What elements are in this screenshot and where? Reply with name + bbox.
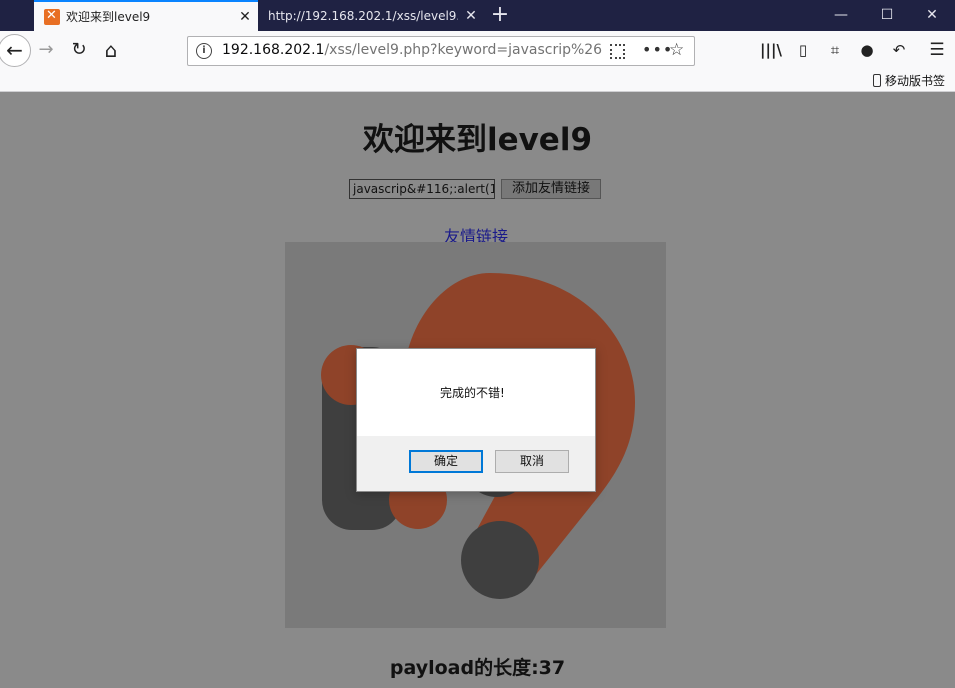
mobile-bookmarks[interactable]: 移动版书签: [872, 72, 945, 89]
url-path: /xss/level9.php?keyword=javascrip%26%231…: [324, 42, 602, 58]
keyword-input[interactable]: javascrip&#116;:alert(1): [349, 179, 495, 199]
alert-dialog: 完成的不错! 确定 取消: [356, 348, 596, 492]
sidebar-icon[interactable]: ▯: [790, 37, 816, 63]
info-icon[interactable]: i: [196, 43, 212, 59]
back-button[interactable]: ←: [0, 34, 31, 67]
new-tab-button[interactable]: +: [486, 0, 514, 31]
dialog-message: 完成的不错!: [440, 386, 505, 400]
address-bar[interactable]: i 192.168.202.1/xss/level9.php?keyword=j…: [187, 36, 695, 66]
add-link-button[interactable]: 添加友情链接: [501, 179, 601, 199]
tab-close-icon[interactable]: ✕: [232, 9, 258, 25]
url-text[interactable]: 192.168.202.1/xss/level9.php?keyword=jav…: [222, 42, 602, 58]
undo-icon[interactable]: ↶: [886, 37, 912, 63]
tab-title: http://192.168.202.1/xss/level9.p: [268, 8, 458, 23]
maximize-button[interactable]: ☐: [864, 0, 910, 31]
forward-button[interactable]: →: [33, 37, 59, 63]
xampp-favicon-icon: [44, 8, 60, 25]
tab-title: 欢迎来到level9: [66, 10, 151, 24]
mobile-bookmarks-label: 移动版书签: [884, 74, 945, 88]
close-window-button[interactable]: ✕: [909, 0, 955, 31]
ok-button[interactable]: 确定: [409, 450, 483, 473]
navigation-toolbar: ← → ↻ ⌂ i 192.168.202.1/xss/level9.php?k…: [0, 31, 955, 69]
tab-close-icon[interactable]: ✕: [458, 8, 484, 24]
mobile-phone-icon: [872, 74, 881, 87]
screenshot-icon[interactable]: ⌗: [822, 37, 848, 63]
url-host: 192.168.202.1: [222, 42, 325, 58]
page-title: 欢迎来到level9: [362, 122, 593, 158]
bookmark-star-icon[interactable]: ☆: [669, 40, 684, 60]
library-icon[interactable]: |||\: [758, 37, 784, 63]
reload-button[interactable]: ↻: [66, 37, 92, 63]
payload-length-text: payload的长度:37: [389, 657, 566, 679]
cancel-button[interactable]: 取消: [495, 450, 569, 473]
home-button[interactable]: ⌂: [98, 37, 124, 63]
minimize-button[interactable]: —: [818, 0, 864, 31]
logo-dark-circle: [461, 521, 539, 599]
qr-code-icon[interactable]: [610, 44, 625, 59]
dialog-body: 完成的不错!: [357, 349, 595, 436]
tab-strip: 欢迎来到level9 ✕ http://192.168.202.1/xss/le…: [0, 0, 955, 31]
tab-level9[interactable]: 欢迎来到level9 ✕: [34, 0, 258, 31]
chat-icon[interactable]: ●: [854, 37, 880, 63]
tab-level9-url[interactable]: http://192.168.202.1/xss/level9.p ✕: [258, 0, 484, 31]
bookmarks-toolbar: 移动版书签: [0, 69, 955, 92]
menu-icon[interactable]: ☰: [924, 37, 950, 63]
